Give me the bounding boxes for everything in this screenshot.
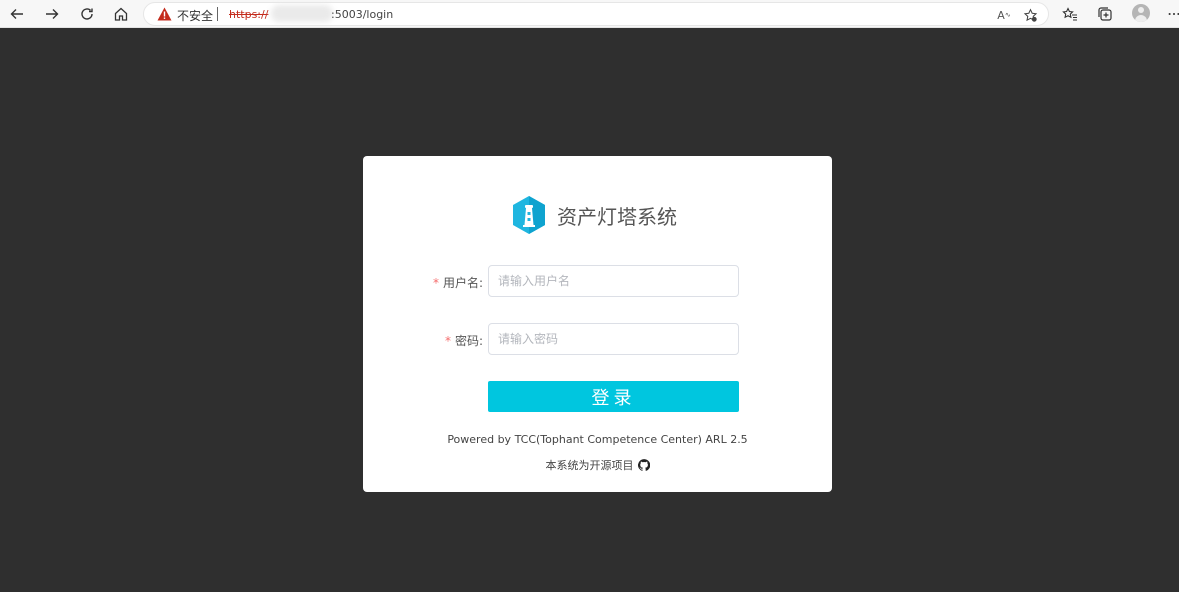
profile-avatar[interactable] bbox=[1132, 4, 1150, 22]
address-separator bbox=[217, 7, 218, 21]
forward-button[interactable] bbox=[41, 3, 63, 25]
favorites-icon[interactable] bbox=[1059, 3, 1081, 25]
powered-by-text: Powered by TCC(Tophant Competence Center… bbox=[447, 433, 748, 446]
required-mark: * bbox=[432, 276, 439, 290]
refresh-button[interactable] bbox=[76, 3, 98, 25]
back-icon bbox=[10, 9, 23, 19]
refresh-icon bbox=[81, 8, 93, 20]
github-icon[interactable] bbox=[637, 459, 650, 471]
username-input[interactable] bbox=[488, 265, 739, 297]
url-path: :5003/login bbox=[331, 8, 394, 21]
browser-toolbar: 不安全 https:// :5003/login A ∿ bbox=[0, 0, 1179, 28]
url-host-redacted bbox=[271, 5, 333, 22]
warning-icon bbox=[157, 7, 172, 21]
read-aloud-icon[interactable]: A ∿ bbox=[995, 6, 1013, 24]
more-icon[interactable] bbox=[1163, 3, 1179, 25]
address-bar[interactable]: 不安全 https:// :5003/login A ∿ bbox=[143, 2, 1049, 26]
collections-icon[interactable] bbox=[1094, 3, 1116, 25]
login-button[interactable]: 登录 bbox=[488, 381, 739, 412]
open-source-note: 本系统为开源项目 bbox=[363, 457, 832, 473]
home-button[interactable] bbox=[110, 3, 132, 25]
security-status[interactable]: 不安全 bbox=[177, 7, 213, 24]
password-input[interactable] bbox=[488, 323, 739, 355]
username-label: * 用户名: bbox=[432, 276, 483, 290]
forward-icon bbox=[46, 9, 59, 19]
login-card: 资产灯塔系统 *用户名: *密码: 登录 Powered by TCC(Toph… bbox=[363, 156, 832, 492]
back-button[interactable] bbox=[6, 3, 28, 25]
home-icon bbox=[114, 7, 128, 21]
url-scheme: https:// bbox=[229, 8, 269, 21]
password-label: * 密码: bbox=[444, 334, 483, 348]
lighthouse-logo-icon bbox=[513, 196, 545, 234]
required-mark: * bbox=[444, 334, 451, 348]
system-title: 资产灯塔系统 bbox=[557, 205, 677, 229]
favorite-add-icon[interactable] bbox=[1021, 6, 1039, 24]
